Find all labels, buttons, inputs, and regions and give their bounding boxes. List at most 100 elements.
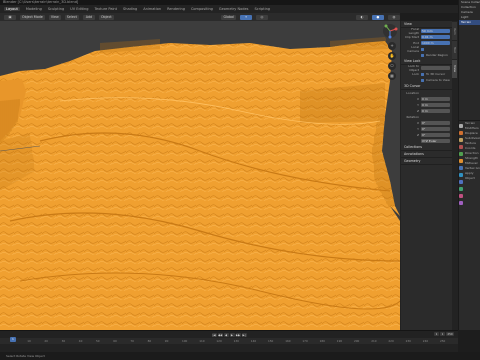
timeline-tick: 90 xyxy=(164,339,169,343)
prev-keyframe-button[interactable]: ◀◀ xyxy=(217,332,223,337)
rotation-mode-dropdown[interactable]: XYZ Euler xyxy=(421,139,450,143)
outliner-row-selected[interactable]: Terrain xyxy=(459,20,480,25)
data-tab-icon[interactable] xyxy=(458,187,463,191)
clip-start-label: Clip Start xyxy=(405,35,419,39)
render-region-checkbox[interactable] xyxy=(421,53,424,57)
timeline: |◀ ◀◀ ◀ ▶ ▶▶ ▶| 1 1 250 0102030405060708… xyxy=(0,330,458,352)
end-frame-field[interactable]: 250 xyxy=(446,332,454,336)
workspace-tab-4[interactable]: Texture Paint xyxy=(94,7,117,11)
navigation-gizmo[interactable] xyxy=(382,23,398,39)
proportional-edit[interactable]: ◎ xyxy=(256,14,268,20)
snap-toggle[interactable]: ⌖ xyxy=(240,14,252,20)
menu-add[interactable]: Add xyxy=(82,14,95,20)
render-tab-icon[interactable] xyxy=(458,131,463,135)
tab-view[interactable]: View xyxy=(452,60,457,78)
modifier-wrench-icon[interactable] xyxy=(458,166,463,170)
to-3d-cursor-label: To 3D Cursor xyxy=(426,72,446,76)
tab-item[interactable]: Item xyxy=(452,22,457,40)
local-camera-checkbox[interactable] xyxy=(421,47,424,51)
playhead[interactable]: 1 xyxy=(10,337,16,342)
workspace-tab-5[interactable]: Shading xyxy=(123,7,137,11)
section-geometry[interactable]: Geometry xyxy=(401,158,452,165)
workspace-tab-2[interactable]: Sculpting xyxy=(48,7,64,11)
timeline-tick: 150 xyxy=(268,339,274,343)
clip-end-field[interactable]: 1000 m xyxy=(421,41,450,45)
tool-tab-icon[interactable] xyxy=(458,124,463,128)
editor-type-button[interactable]: ▣ xyxy=(4,14,16,20)
mode-dropdown[interactable]: Object Mode xyxy=(20,14,45,20)
output-tab-icon[interactable] xyxy=(458,138,463,142)
world-tab-icon[interactable] xyxy=(458,152,463,156)
timeline-tick: 40 xyxy=(78,339,83,343)
camera-icon[interactable]: ⎔ xyxy=(388,62,396,70)
camera-to-view-label: Camera to View xyxy=(426,78,450,82)
cursor-rz-field[interactable]: 0° xyxy=(421,133,450,137)
start-frame-field[interactable]: 1 xyxy=(440,332,445,336)
outliner: Scene Collection Collection Camera Light… xyxy=(458,0,480,120)
section-3d-cursor[interactable]: 3D Cursor xyxy=(401,83,452,90)
next-keyframe-button[interactable]: ▶▶ xyxy=(235,332,241,337)
cursor-rx-field[interactable]: 0° xyxy=(421,121,450,125)
overlay-toggle[interactable]: ◐ xyxy=(356,14,368,20)
timeline-tick: 250 xyxy=(440,339,446,343)
physics-tab-icon[interactable] xyxy=(458,180,463,184)
timeline-tick: 130 xyxy=(233,339,239,343)
clip-start-field[interactable]: 0.01 m xyxy=(421,35,450,39)
cursor-x-field[interactable]: 0 m xyxy=(421,97,450,101)
timeline-tick: 30 xyxy=(61,339,66,343)
grid-icon[interactable]: ▦ xyxy=(388,72,396,80)
shading-material[interactable]: ◍ xyxy=(388,14,400,20)
jump-end-button[interactable]: ▶| xyxy=(241,332,247,337)
workspace-tab-8[interactable]: Compositing xyxy=(191,7,213,11)
timeline-tick: 240 xyxy=(422,339,429,343)
timeline-tick: 20 xyxy=(44,339,48,343)
sidebar-n-panel: View Focal Length 50 mm Clip Start 0.01 m … xyxy=(400,21,452,330)
workspace-tab-1[interactable]: Modeling xyxy=(26,7,42,11)
rotation-label: Rotation xyxy=(406,115,419,119)
current-frame-field[interactable]: 1 xyxy=(434,332,439,336)
menu-object[interactable]: Object xyxy=(98,14,114,20)
frame-ruler[interactable]: 0102030405060708090100110120130140150160… xyxy=(0,338,458,344)
section-collections[interactable]: Collections xyxy=(401,144,452,151)
section-annotations[interactable]: Annotations xyxy=(401,151,452,158)
material-tab-icon[interactable] xyxy=(458,194,463,198)
scene-tab-icon[interactable] xyxy=(458,145,463,149)
workspace-tab-9[interactable]: Geometry Nodes xyxy=(219,7,249,11)
focal-field[interactable]: 50 mm xyxy=(421,29,450,33)
lock-object-field[interactable] xyxy=(421,66,450,70)
workspace-tab-7[interactable]: Rendering xyxy=(167,7,185,11)
jump-start-button[interactable]: |◀ xyxy=(211,332,217,337)
timeline-tick: 160 xyxy=(285,339,291,343)
3d-viewport[interactable] xyxy=(0,21,400,330)
cursor-z-field[interactable]: 0 m xyxy=(421,109,450,113)
camera-to-view-checkbox[interactable] xyxy=(421,78,424,82)
pan-hand-icon[interactable]: ✋ xyxy=(388,52,396,60)
cursor-ry-field[interactable]: 0° xyxy=(421,127,450,131)
menu-select[interactable]: Select xyxy=(64,14,79,20)
object-tab-icon[interactable] xyxy=(458,159,463,163)
location-label: Location xyxy=(406,91,419,95)
timeline-tick: 110 xyxy=(199,339,205,343)
frame-range: 1 1 250 xyxy=(434,332,454,336)
texture-tab-icon[interactable] xyxy=(458,201,463,205)
prop-row[interactable]: Object xyxy=(465,176,480,181)
cursor-y-field[interactable]: 0 m xyxy=(421,103,450,107)
properties-tabs xyxy=(458,122,463,272)
to-3d-cursor-checkbox[interactable] xyxy=(421,72,424,76)
particles-tab-icon[interactable] xyxy=(458,173,463,177)
viewport-nav-tools: + ✋ ⎔ ▦ xyxy=(388,42,397,82)
timeline-tick: 50 xyxy=(96,339,100,343)
shading-solid[interactable]: ● xyxy=(372,14,384,20)
play-button[interactable]: ▶ xyxy=(229,332,235,337)
tab-tool[interactable]: Tool xyxy=(452,41,457,59)
transform-orientation[interactable]: Global xyxy=(221,14,236,20)
workspace-tab-10[interactable]: Scripting xyxy=(254,7,270,11)
play-reverse-button[interactable]: ◀ xyxy=(223,332,229,337)
workspace-tab-0[interactable]: Layout xyxy=(4,7,20,11)
menu-view[interactable]: View xyxy=(48,14,61,20)
zoom-icon[interactable]: + xyxy=(388,42,396,50)
workspace-tab-3[interactable]: UV Editing xyxy=(70,7,88,11)
timeline-tick: 140 xyxy=(250,339,257,343)
timeline-tick: 80 xyxy=(147,339,152,343)
workspace-tab-6[interactable]: Animation xyxy=(143,7,161,11)
